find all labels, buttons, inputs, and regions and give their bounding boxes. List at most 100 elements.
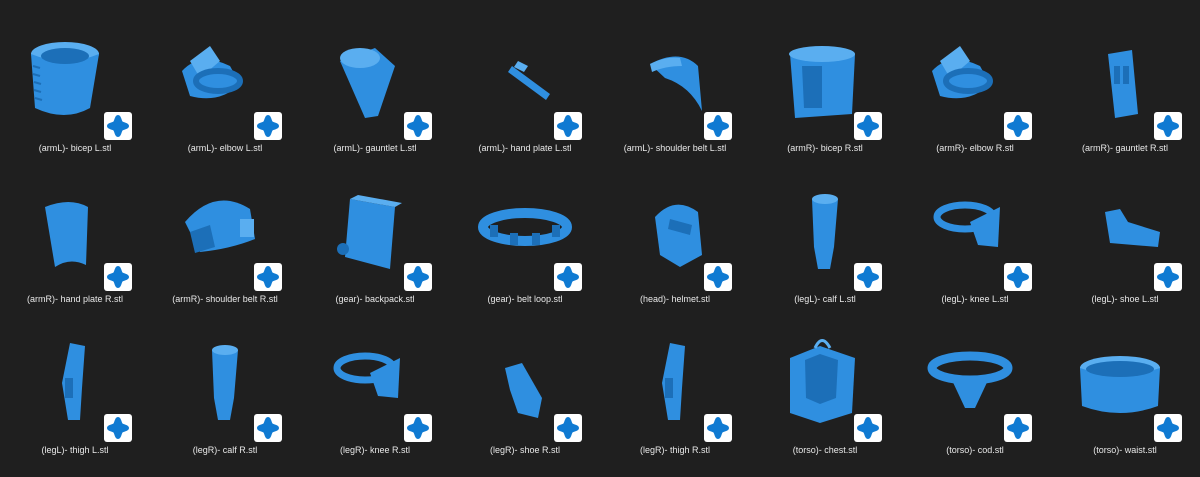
file-name: (armR)- elbow R.stl (936, 143, 1014, 153)
3d-viewer-icon (1154, 414, 1182, 442)
stl-thumbnail-shoe (1060, 177, 1190, 277)
file-name: (legR)- thigh R.stl (639, 445, 711, 455)
file-name: (armR)- gauntlet R.stl (1081, 143, 1169, 153)
3d-viewer-icon (554, 112, 582, 140)
file-name: (armL)- shoulder belt L.stl (623, 143, 727, 153)
3d-viewer-icon (404, 414, 432, 442)
file-tile-18[interactable]: (legR)- knee R.stl (300, 320, 450, 471)
file-tile-0[interactable]: (armL)- bicep L.stl (0, 18, 150, 169)
file-tile-20[interactable]: (legR)- thigh R.stl (600, 320, 750, 471)
3d-viewer-icon (404, 263, 432, 291)
file-name: (torso)- cod.stl (946, 445, 1004, 455)
model-preview (789, 46, 855, 118)
file-tile-8[interactable]: (armR)- hand plate R.stl (0, 169, 150, 320)
model-preview (655, 204, 702, 267)
3d-viewer-icon (1004, 414, 1032, 442)
file-tile-12[interactable]: (head)- helmet.stl (600, 169, 750, 320)
model-preview (185, 200, 255, 253)
model-preview (1080, 356, 1160, 413)
file-name: (armR)- hand plate R.stl (26, 294, 124, 304)
model-preview (933, 201, 1000, 247)
stl-thumbnail-waist (1060, 328, 1190, 428)
file-name: (legL)- knee L.stl (941, 294, 1009, 304)
file-name: (armL)- elbow L.stl (187, 143, 263, 153)
file-name: (gear)- belt loop.stl (487, 294, 563, 304)
model-preview (340, 48, 395, 118)
3d-viewer-icon (104, 263, 132, 291)
file-tile-14[interactable]: (legL)- knee L.stl (900, 169, 1050, 320)
stl-thumbnail-belt (460, 177, 590, 277)
file-tile-19[interactable]: (legR)- shoe R.stl (450, 320, 600, 471)
file-tile-1[interactable]: (armL)- elbow L.stl (150, 18, 300, 169)
file-name: (torso)- waist.stl (1093, 445, 1157, 455)
stl-thumbnail-cylinder-ribbed (10, 26, 140, 126)
file-tile-3[interactable]: (armL)- hand plate L.stl (450, 18, 600, 169)
file-tile-7[interactable]: (armR)- gauntlet R.stl (1050, 18, 1200, 169)
model-preview (812, 194, 838, 269)
stl-thumbnail-curved-plate (610, 26, 740, 126)
file-name: (armR)- shoulder belt R.stl (172, 294, 278, 304)
file-tile-10[interactable]: (gear)- backpack.stl (300, 169, 450, 320)
stl-thumbnail-helmet (610, 177, 740, 277)
model-preview (182, 46, 243, 99)
file-name: (legR)- shoe R.stl (489, 445, 561, 455)
3d-viewer-icon (704, 414, 732, 442)
stl-thumbnail-curved-panel (10, 177, 140, 277)
model-preview (31, 42, 99, 115)
model-preview (932, 46, 993, 99)
model-preview (927, 351, 1013, 408)
stl-thumbnail-thigh (10, 328, 140, 428)
file-tile-6[interactable]: (armR)- elbow R.stl (900, 18, 1050, 169)
file-tile-13[interactable]: (legL)- calf L.stl (750, 169, 900, 320)
file-tile-17[interactable]: (legR)- calf R.stl (150, 320, 300, 471)
model-preview (478, 208, 572, 246)
file-name: (armR)- bicep R.stl (787, 143, 863, 153)
model-preview (212, 345, 238, 420)
3d-viewer-icon (404, 112, 432, 140)
file-name: (armL)- hand plate L.stl (478, 143, 572, 153)
stl-thumbnail-bar (460, 26, 590, 126)
model-preview (62, 343, 85, 420)
stl-thumbnail-calf (160, 328, 290, 428)
3d-viewer-icon (1004, 263, 1032, 291)
file-name: (legL)- calf L.stl (794, 294, 856, 304)
3d-viewer-icon (1004, 112, 1032, 140)
model-preview (1108, 50, 1138, 118)
model-preview (508, 61, 550, 100)
stl-thumbnail-cod (910, 328, 1040, 428)
file-name: (gear)- backpack.stl (335, 294, 415, 304)
file-tile-15[interactable]: (legL)- shoe L.stl (1050, 169, 1200, 320)
3d-viewer-icon (104, 112, 132, 140)
model-preview (45, 202, 88, 267)
stl-thumbnail-ring-plate (160, 26, 290, 126)
file-tile-5[interactable]: (armR)- bicep R.stl (750, 18, 900, 169)
stl-thumbnail-cone-tube (310, 26, 440, 126)
file-tile-11[interactable]: (gear)- belt loop.stl (450, 169, 600, 320)
file-tile-23[interactable]: (torso)- waist.stl (1050, 320, 1200, 471)
model-preview (662, 343, 685, 420)
stl-thumbnail-knee (910, 177, 1040, 277)
file-name: (legL)- thigh L.stl (41, 445, 109, 455)
model-preview (790, 339, 855, 423)
file-name: (torso)- chest.stl (792, 445, 858, 455)
3d-viewer-icon (1154, 263, 1182, 291)
file-tile-22[interactable]: (torso)- cod.stl (900, 320, 1050, 471)
file-grid: (armL)- bicep L.stl (armL)- elbow L.stl … (0, 0, 1200, 477)
file-tile-4[interactable]: (armL)- shoulder belt L.stl (600, 18, 750, 169)
stl-thumbnail-ring-plate (910, 26, 1040, 126)
3d-viewer-icon (1154, 112, 1182, 140)
file-tile-16[interactable]: (legL)- thigh L.stl (0, 320, 150, 471)
file-tile-2[interactable]: (armL)- gauntlet L.stl (300, 18, 450, 169)
3d-viewer-icon (854, 414, 882, 442)
stl-thumbnail-cylinder-panel (760, 26, 890, 126)
file-tile-21[interactable]: (torso)- chest.stl (750, 320, 900, 471)
model-preview (650, 56, 702, 111)
stl-thumbnail-backpack (310, 177, 440, 277)
stl-thumbnail-gauntlet (1060, 26, 1190, 126)
file-tile-9[interactable]: (armR)- shoulder belt R.stl (150, 169, 300, 320)
model-preview (505, 363, 542, 418)
file-name: (legL)- shoe L.stl (1091, 294, 1159, 304)
3d-viewer-icon (254, 112, 282, 140)
3d-viewer-icon (704, 263, 732, 291)
3d-viewer-icon (854, 263, 882, 291)
